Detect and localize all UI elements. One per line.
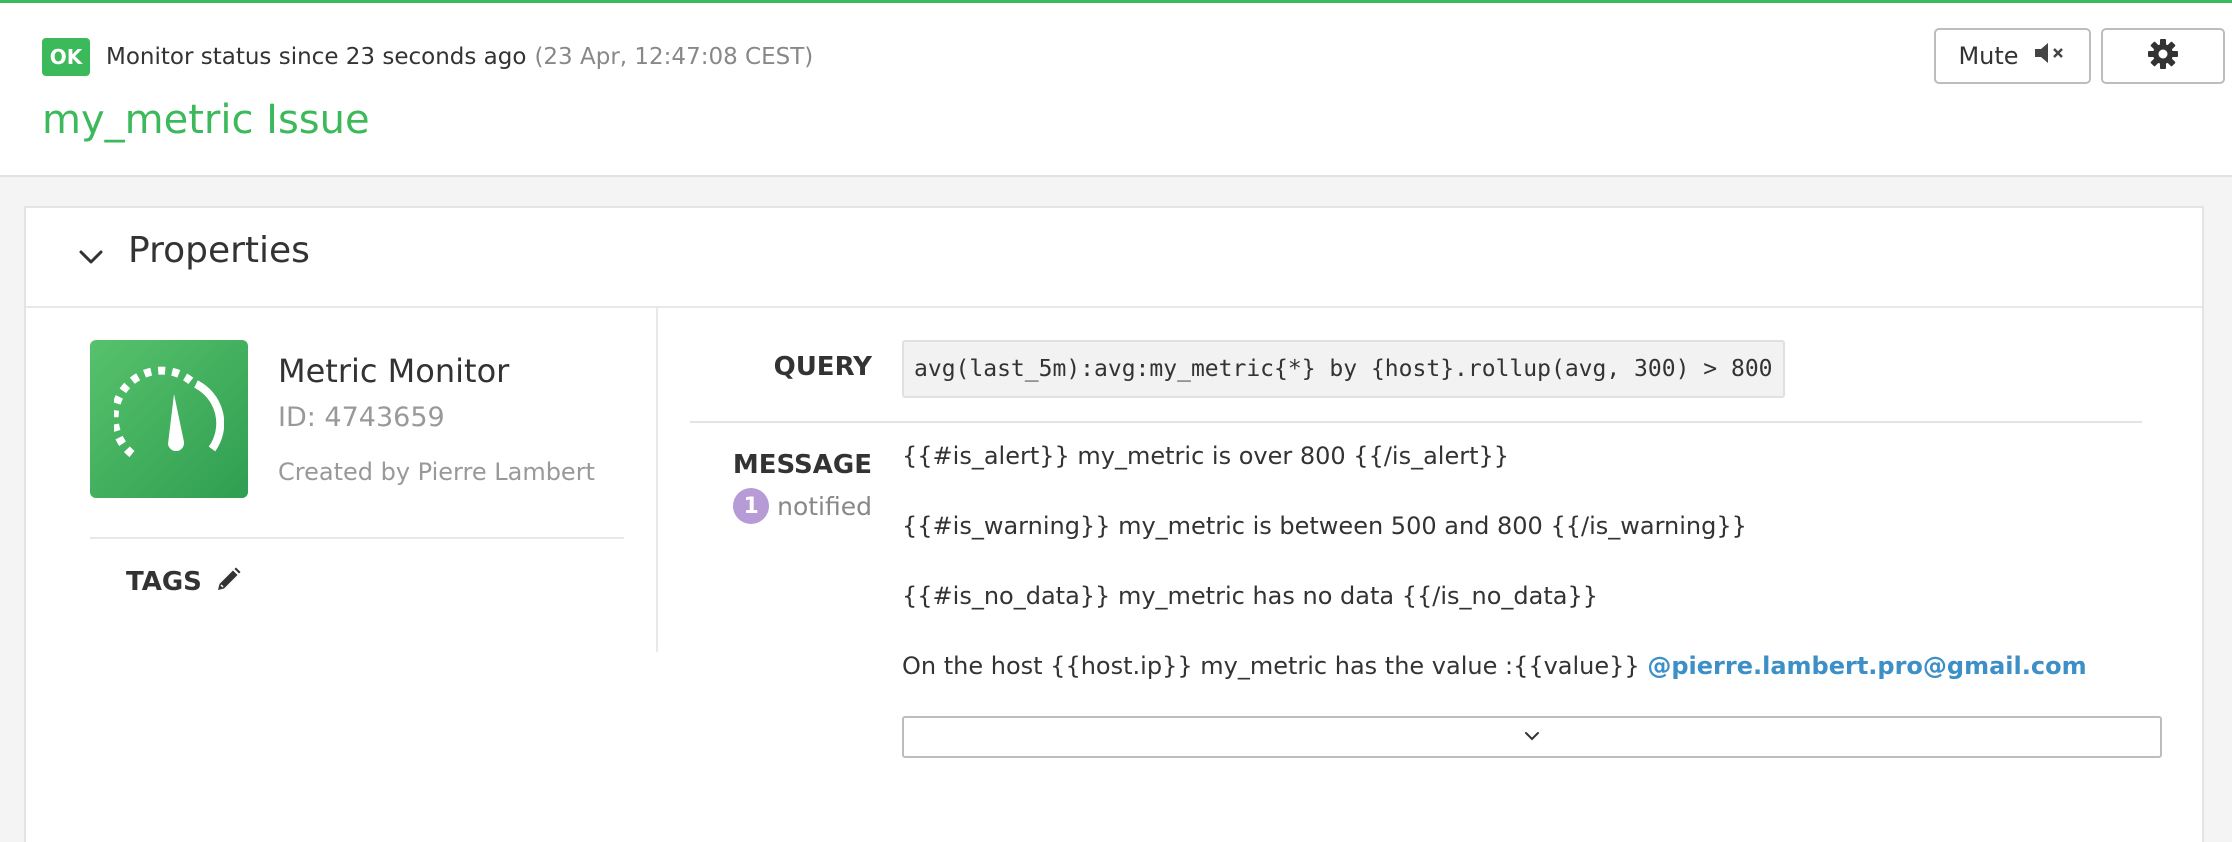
notified-count-badge: 1 xyxy=(733,488,770,524)
mention-link[interactable]: @pierre.lambert.pro@gmail.com xyxy=(1647,652,2086,680)
message-line: {{#is_no_data}} my_metric has no data {{… xyxy=(902,582,1598,610)
monitor-summary: Metric Monitor ID: 4743659 Created by Pi… xyxy=(26,308,658,652)
query-code: avg(last_5m):avg:my_metric{*} by {host}.… xyxy=(902,340,1785,398)
status-badge: OK xyxy=(42,38,90,76)
status-timestamp: (23 Apr, 12:47:08 CEST) xyxy=(534,44,814,70)
properties-header[interactable]: Properties xyxy=(26,208,2202,308)
status-text: Monitor status since 23 seconds ago xyxy=(106,44,527,70)
chevron-down-icon xyxy=(1522,728,1542,747)
mute-button[interactable]: Mute xyxy=(1934,28,2091,84)
message-line-with-mention: On the host {{host.ip}} my_metric has th… xyxy=(902,652,2087,680)
created-by: Created by Pierre Lambert xyxy=(278,458,595,486)
message-line: {{#is_alert}} my_metric is over 800 {{/i… xyxy=(902,442,1510,470)
notified-label: notified xyxy=(777,491,872,521)
properties-panel: Properties Metric Monitor ID: 4743659 Cr… xyxy=(24,206,2204,842)
monitor-id: ID: 4743659 xyxy=(278,402,445,433)
tags-row: TAGS xyxy=(126,566,242,598)
expand-message-button[interactable] xyxy=(902,716,2162,758)
chevron-down-icon[interactable] xyxy=(76,242,106,276)
tags-label: TAGS xyxy=(126,567,202,597)
notified-indicator: 1 notified xyxy=(728,488,872,524)
query-label: QUERY xyxy=(773,352,872,382)
divider xyxy=(90,537,624,539)
monitor-type: Metric Monitor xyxy=(278,352,510,390)
settings-button[interactable] xyxy=(2101,28,2225,84)
metric-monitor-icon xyxy=(90,340,248,498)
monitor-header: OK Monitor status since 23 seconds ago (… xyxy=(0,3,2232,177)
speaker-muted-icon xyxy=(2033,40,2067,72)
section-title: Properties xyxy=(128,230,310,271)
page-title: my_metric Issue xyxy=(42,97,370,143)
gear-icon xyxy=(2147,38,2179,74)
monitor-details: QUERY avg(last_5m):avg:my_metric{*} by {… xyxy=(658,308,2204,842)
status-row: OK Monitor status since 23 seconds ago (… xyxy=(42,37,813,77)
message-line: On the host {{host.ip}} my_metric has th… xyxy=(902,652,1640,680)
divider xyxy=(690,421,2142,423)
message-line: {{#is_warning}} my_metric is between 500… xyxy=(902,512,1747,540)
message-label: MESSAGE xyxy=(732,450,872,480)
pencil-icon[interactable] xyxy=(214,566,242,598)
mute-button-label: Mute xyxy=(1958,42,2019,70)
